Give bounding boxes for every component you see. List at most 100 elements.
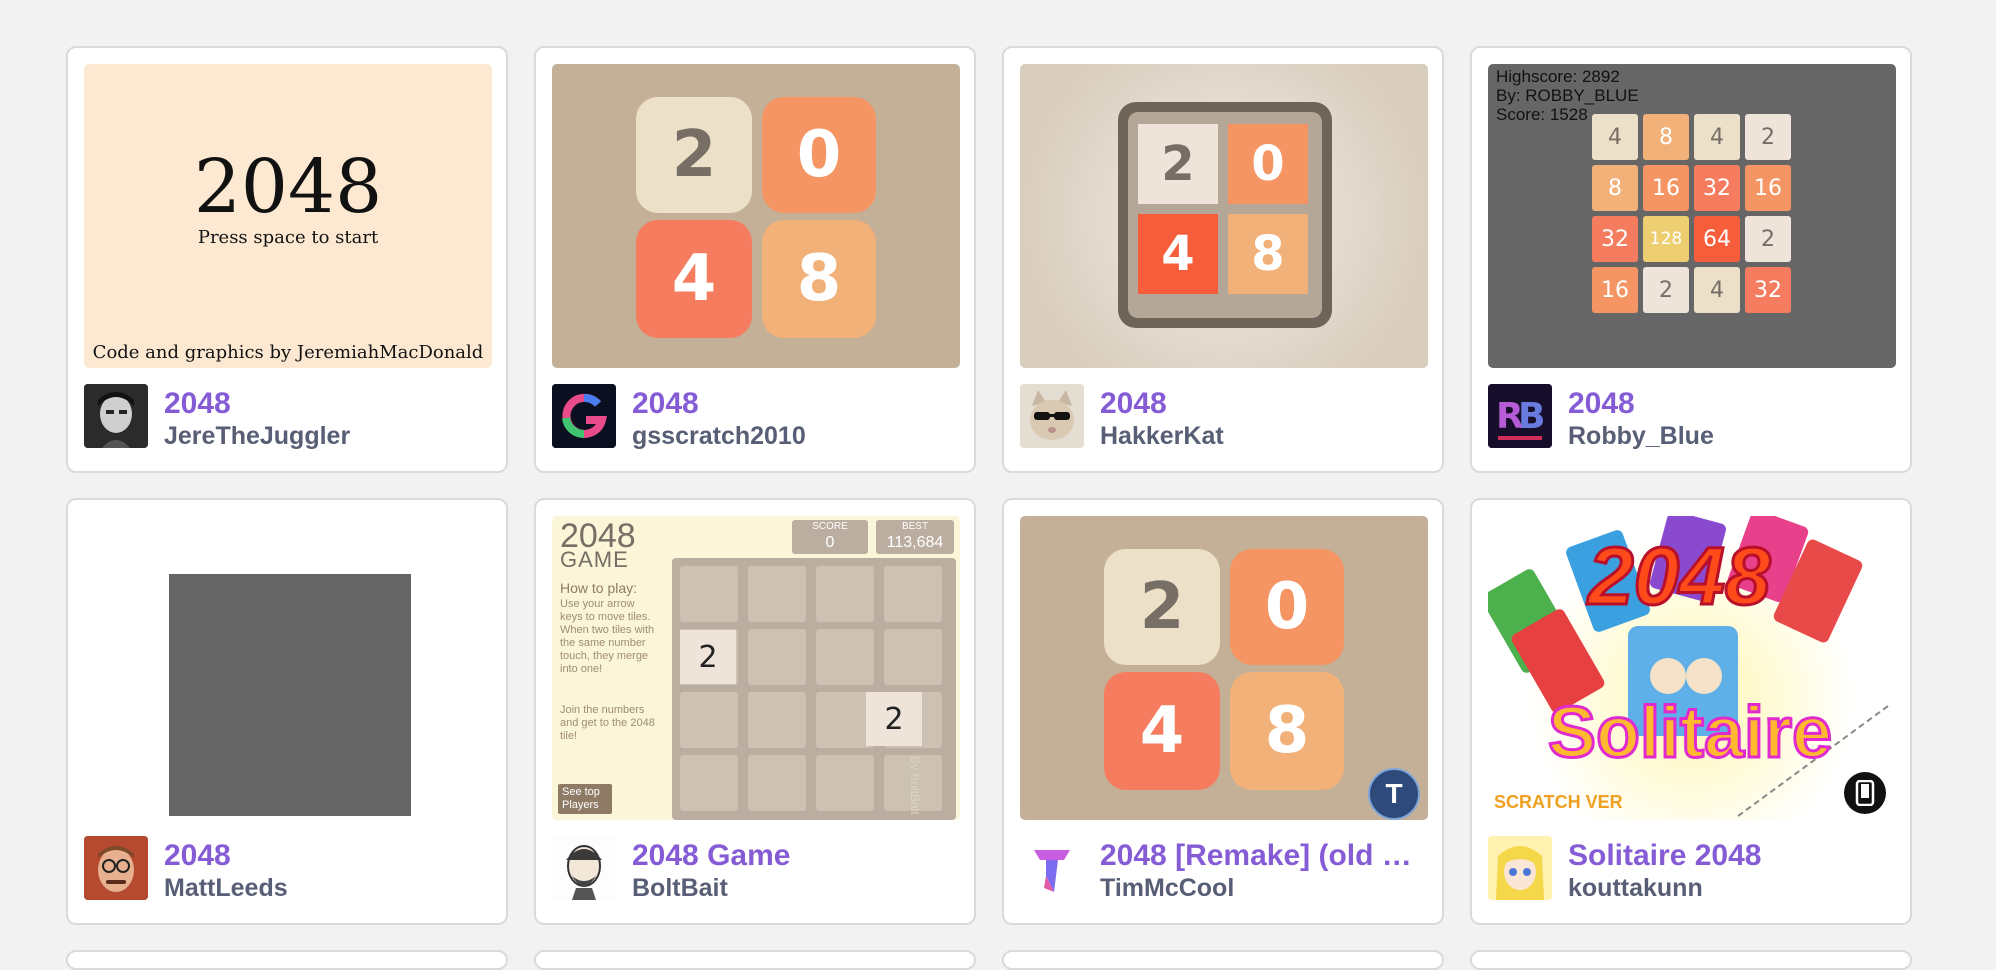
board-cell [748, 755, 806, 811]
tile: 2 [1138, 124, 1218, 204]
thumb-heading: 2048 [193, 144, 383, 230]
project-thumbnail[interactable] [84, 516, 492, 820]
person-sketch-icon [552, 836, 616, 900]
board-cell [680, 692, 738, 748]
tile: 8 [1230, 672, 1344, 790]
thumb-subheading: Solitaire [1546, 692, 1833, 775]
project-title[interactable]: 2048 [632, 387, 962, 421]
svg-text:B: B [1518, 396, 1545, 437]
tile: 8 [1643, 114, 1689, 160]
thumb-tag: SCRATCH VER [1494, 792, 1623, 812]
thumb-heading: 2048 [1586, 530, 1771, 624]
thumb-subheading: Press space to start [197, 227, 379, 248]
project-title[interactable]: 2048 [164, 387, 494, 421]
project-thumbnail[interactable]: 2 0 4 8 [1020, 64, 1428, 368]
t-badge-icon: T [1368, 768, 1420, 820]
tile: 8 [1228, 214, 1308, 294]
person-photo-icon [84, 836, 148, 900]
project-card[interactable]: 2 0 4 8 2048 gsscratch2010 [534, 46, 976, 473]
tile: 4 [1694, 267, 1740, 313]
tile: 2 [680, 630, 736, 684]
project-author[interactable]: HakkerKat [1100, 421, 1224, 451]
thumb-subheading: GAME [560, 547, 629, 572]
tile: 8 [1592, 165, 1638, 211]
project-author[interactable]: TimMcCool [1100, 873, 1234, 903]
tile: 128 [1643, 216, 1689, 262]
avatar[interactable] [1020, 384, 1084, 448]
project-author[interactable]: MattLeeds [164, 873, 288, 903]
game-grid: 4 8 4 2 8 16 32 16 32 128 64 2 16 2 4 32 [1592, 114, 1796, 318]
howto-text: Use your arrow keys to move tiles. When … [560, 598, 655, 675]
howto-title: How to play: [560, 580, 638, 596]
tile: 4 [1694, 114, 1740, 160]
tile: 32 [1694, 165, 1740, 211]
project-card[interactable] [534, 950, 976, 970]
avatar[interactable] [1488, 836, 1552, 900]
project-card[interactable]: Highscore: 2892 By: ROBBY_BLUE Score: 15… [1470, 46, 1912, 473]
tile: 2 [636, 97, 752, 213]
avatar[interactable]: R B [1488, 384, 1552, 448]
project-title[interactable]: 2048 [1568, 387, 1898, 421]
board-cell [816, 629, 874, 685]
avatar[interactable] [84, 836, 148, 900]
avatar[interactable] [552, 836, 616, 900]
avatar[interactable] [84, 384, 148, 448]
tile: 4 [1592, 114, 1638, 160]
project-grid: 2048 Press space to start Code and graph… [66, 46, 1912, 925]
project-author[interactable]: BoltBait [632, 873, 728, 903]
best-value: 113,684 [886, 534, 944, 551]
tile: 8 [762, 220, 876, 338]
project-thumbnail[interactable]: 2 0 4 8 [552, 64, 960, 368]
rb-logo-icon: R B [1488, 384, 1552, 448]
project-thumbnail[interactable]: Highscore: 2892 By: ROBBY_BLUE Score: 15… [1488, 64, 1896, 368]
tile: 2 [866, 692, 922, 746]
avatar[interactable] [552, 384, 616, 448]
project-author[interactable]: gsscratch2010 [632, 421, 806, 451]
tile: 0 [1228, 124, 1308, 204]
person-photo-icon [84, 384, 148, 448]
tile: 64 [1694, 216, 1740, 262]
tile: 4 [1138, 214, 1218, 294]
project-card[interactable] [1470, 950, 1912, 970]
project-author[interactable]: JereTheJuggler [164, 421, 350, 451]
t-logo-icon [1020, 836, 1084, 900]
project-thumbnail[interactable]: 2048 GAME SCORE 0 BEST 113,684 How to pl… [552, 516, 960, 820]
project-card[interactable]: 2048 GAME SCORE 0 BEST 113,684 How to pl… [534, 498, 976, 925]
best-box: BEST 113,684 [876, 520, 954, 554]
highscore-text: Highscore: 2892 [1496, 67, 1620, 86]
project-author[interactable]: kouttakunn [1568, 873, 1703, 903]
project-thumbnail[interactable]: 2 0 4 8 T [1020, 516, 1428, 820]
project-thumbnail[interactable]: 2048 Press space to start Code and graph… [84, 64, 492, 368]
tile: 16 [1643, 165, 1689, 211]
score-text: Score: 1528 [1496, 105, 1588, 124]
tile: 2 [1643, 267, 1689, 313]
board-cell [816, 755, 874, 811]
project-title[interactable]: Solitaire 2048 [1568, 839, 1898, 873]
howto-text2: Join the numbers and get to the 2048 til… [560, 704, 655, 742]
cat-with-sunglasses-icon [1020, 384, 1084, 448]
board-cell [884, 629, 942, 685]
project-card[interactable]: 2 0 4 8 2048 HakkerKat [1002, 46, 1444, 473]
tile: 2 [1745, 216, 1791, 262]
thumb-credit: Code and graphics by JeremiahMacDonald [92, 342, 484, 363]
project-title[interactable]: 2048 [Remake] (old p… [1100, 839, 1430, 873]
project-author[interactable]: Robby_Blue [1568, 421, 1714, 451]
tile: 16 [1745, 165, 1791, 211]
anime-girl-icon [1488, 836, 1552, 900]
project-card[interactable]: 2048 Press space to start Code and graph… [66, 46, 508, 473]
project-thumbnail[interactable]: 2048 Solitaire SCRATCH VER [1488, 516, 1896, 820]
project-card[interactable]: 2 0 4 8 T 2048 [Remake] (old p… TimMcCoo… [1002, 498, 1444, 925]
project-card[interactable] [1002, 950, 1444, 970]
avatar[interactable] [1020, 836, 1084, 900]
project-card[interactable]: 2048 MattLeeds [66, 498, 508, 925]
best-label: BEST [901, 521, 929, 532]
tile: 2 [1104, 549, 1220, 665]
project-title[interactable]: 2048 [1100, 387, 1430, 421]
project-title[interactable]: 2048 [164, 839, 494, 873]
tile: 4 [636, 220, 752, 338]
project-card[interactable]: 2048 Solitaire SCRATCH VER Solitaire 204… [1470, 498, 1912, 925]
g-logo-icon [552, 384, 616, 448]
board-cell [884, 566, 942, 622]
project-title[interactable]: 2048 Game [632, 839, 962, 873]
project-card[interactable] [66, 950, 508, 970]
